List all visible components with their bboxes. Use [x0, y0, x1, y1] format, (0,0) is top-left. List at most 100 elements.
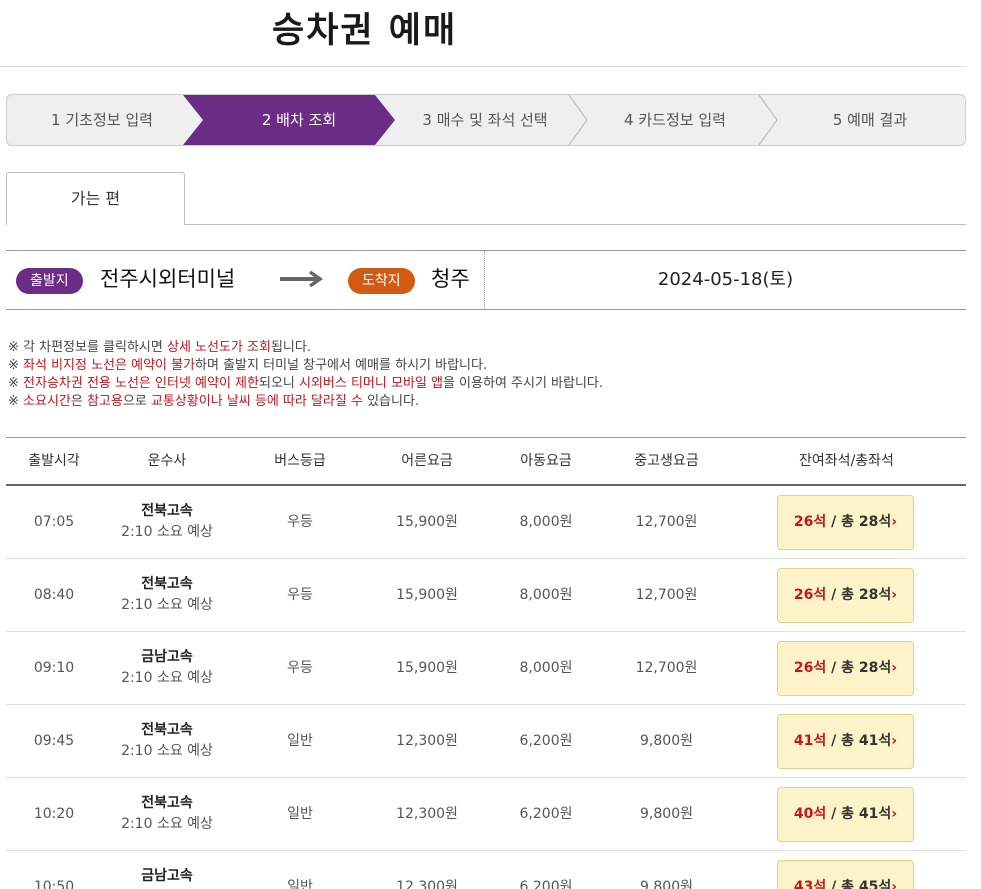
notice-text: 으로 [122, 394, 151, 409]
total-seats: / 총 45석 [826, 879, 892, 889]
company-cell: 전북고속 2:10 소요 예상 [102, 705, 232, 777]
child-fare: 8,000원 [519, 660, 573, 676]
company-name: 전북고속 [141, 795, 193, 811]
departure-terminal: 전주시외터미널 [100, 267, 236, 291]
company-name: 금남고속 [141, 649, 193, 665]
select-seat-button[interactable]: 43석 / 총 45석› [777, 860, 914, 889]
notice-text: 을 이용하여 주시기 바랍니다. [442, 376, 604, 391]
remaining-seats: 43석 [793, 879, 827, 889]
company-cell: 금남고속 2:10 소요 예상 [102, 632, 232, 704]
notice-text: ※ [8, 376, 24, 391]
right-arrow-icon [280, 270, 324, 288]
page-title: 승차권 예매 [272, 11, 458, 51]
remaining-seats: 26석 [793, 660, 827, 676]
bus-grade: 우등 [287, 587, 313, 603]
bus-grade: 일반 [287, 806, 313, 822]
step-1-basic-info: 1 기초정보 입력 [51, 111, 153, 129]
notice-highlight: 좌석 비지정 노선은 예약이 불가 [23, 358, 196, 373]
table-row[interactable]: 10:50 금남고속 2:10 소요 예상 일반 12,300원 6,200원 … [6, 851, 966, 889]
notice-line: ※ 좌석 비지정 노선은 예약이 불가하며 출발지 터미널 창구에서 예매를 하… [8, 357, 603, 375]
notice-line: ※ 전자승차권 전용 노선은 인터넷 예약이 제한되오니 시외버스 티머니 모바… [8, 375, 603, 393]
bus-grade: 우등 [287, 514, 313, 530]
departure-time: 09:45 [33, 733, 75, 749]
step-2-schedule-search: 2 배차 조회 [261, 111, 337, 129]
adult-fare: 15,900원 [396, 514, 458, 530]
company-name: 전북고속 [141, 722, 193, 738]
child-fare: 6,200원 [519, 879, 573, 889]
notice-highlight: 소요시간 [23, 394, 71, 409]
teen-fare: 9,800원 [640, 879, 693, 889]
child-fare: 8,000원 [519, 587, 573, 603]
notice-line: ※ 각 차편정보를 클릭하시면 상세 노선도가 조회됩니다. [8, 339, 603, 357]
total-seats: / 총 28석 [826, 660, 892, 676]
remaining-seats: 26석 [793, 514, 827, 530]
header-adult-fare: 어른요금 [401, 453, 453, 469]
step-5-result: 5 예매 결과 [832, 111, 908, 129]
table-row[interactable]: 09:45 전북고속 2:10 소요 예상 일반 12,300원 6,200원 … [6, 705, 966, 778]
total-seats: / 총 41석 [826, 806, 892, 822]
table-row[interactable]: 10:20 전북고속 2:10 소요 예상 일반 12,300원 6,200원 … [6, 778, 966, 851]
table-header: 출발시각 운수사 버스등급 어른요금 아동요금 중고생요금 잔여좌석/총좌석 [6, 437, 966, 486]
company-cell: 전북고속 2:10 소요 예상 [102, 486, 232, 558]
departure-time: 10:20 [33, 806, 75, 822]
title-divider [0, 66, 966, 67]
select-seat-button[interactable]: 26석 / 총 28석› [777, 495, 914, 550]
select-seat-button[interactable]: 41석 / 총 41석› [777, 714, 914, 769]
table-row[interactable]: 07:05 전북고속 2:10 소요 예상 우등 15,900원 8,000원 … [6, 486, 966, 559]
teen-fare: 9,800원 [640, 733, 693, 749]
notice-highlight: 시외버스 티머니 모바일 앱 [299, 376, 443, 391]
travel-duration: 2:10 소요 예상 [121, 816, 213, 832]
notice-highlight: 전자승차권 전용 노선은 인터넷 예약이 제한 [23, 376, 259, 391]
travel-duration: 2:10 소요 예상 [121, 597, 213, 613]
select-seat-button[interactable]: 40석 / 총 41석› [777, 787, 914, 842]
remaining-seats: 40석 [793, 806, 827, 822]
adult-fare: 15,900원 [396, 587, 458, 603]
child-fare: 8,000원 [519, 514, 573, 530]
table-row[interactable]: 08:40 전북고속 2:10 소요 예상 우등 15,900원 8,000원 … [6, 559, 966, 632]
step-4-card-info: 4 카드정보 입력 [624, 111, 726, 129]
travel-duration: 2:10 소요 예상 [121, 524, 213, 540]
departure-date: 2024-05-18(토) [657, 269, 794, 290]
header-seats: 잔여좌석/총좌석 [799, 453, 894, 469]
child-fare: 6,200원 [519, 806, 573, 822]
chevron-right-icon: › [891, 660, 898, 676]
chevron-right-icon: › [891, 733, 898, 749]
select-seat-button[interactable]: 26석 / 총 28석› [777, 641, 914, 696]
company-name: 전북고속 [141, 503, 193, 519]
header-company: 운수사 [147, 453, 187, 469]
teen-fare: 12,700원 [635, 587, 698, 603]
bus-grade: 우등 [287, 660, 313, 676]
arrival-badge: 도착지 [348, 268, 415, 294]
child-fare: 6,200원 [519, 733, 573, 749]
teen-fare: 9,800원 [640, 806, 693, 822]
step-progress-bar: 1 기초정보 입력 2 배차 조회 3 매수 및 좌석 선택 4 카드정보 입력… [6, 94, 966, 146]
table-row[interactable]: 09:10 금남고속 2:10 소요 예상 우등 15,900원 8,000원 … [6, 632, 966, 705]
teen-fare: 12,700원 [635, 660, 698, 676]
adult-fare: 12,300원 [396, 806, 458, 822]
notice-text: 되오니 [258, 376, 299, 391]
departure-time: 10:50 [33, 879, 75, 889]
tab-underline [185, 224, 966, 225]
step-3-seat-select: 3 매수 및 좌석 선택 [422, 111, 548, 129]
table-body: 07:05 전북고속 2:10 소요 예상 우등 15,900원 8,000원 … [6, 486, 966, 889]
travel-duration: 2:10 소요 예상 [121, 743, 213, 759]
notice-highlight: 참고용 [86, 394, 123, 409]
schedule-table: 출발시각 운수사 버스등급 어른요금 아동요금 중고생요금 잔여좌석/총좌석 0… [6, 437, 966, 889]
select-seat-button[interactable]: 26석 / 총 28석› [777, 568, 914, 623]
departure-time: 09:10 [33, 660, 75, 676]
chevron-right-icon: › [891, 587, 898, 603]
company-name: 전북고속 [141, 576, 193, 592]
notice-text: ※ [8, 358, 24, 373]
notice-text: 하며 출발지 터미널 창구에서 예매를 하시기 바랍니다. [195, 358, 488, 373]
notice-text: ※ [8, 394, 24, 409]
header-departure-time: 출발시각 [28, 453, 80, 469]
company-cell: 전북고속 2:10 소요 예상 [102, 559, 232, 631]
header-bus-grade: 버스등급 [274, 453, 326, 469]
chevron-right-icon: › [891, 514, 898, 530]
remaining-seats: 41석 [793, 733, 827, 749]
adult-fare: 12,300원 [396, 733, 458, 749]
tab-outbound[interactable]: 가는 편 [6, 172, 185, 225]
adult-fare: 15,900원 [396, 660, 458, 676]
departure-badge: 출발지 [16, 268, 83, 294]
notice-text: 됩니다. [270, 340, 311, 355]
